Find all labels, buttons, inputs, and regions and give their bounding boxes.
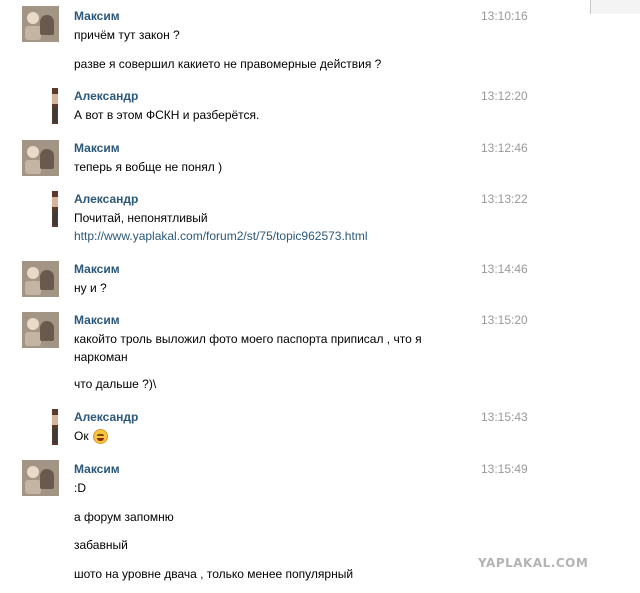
sender-name[interactable]: Александр (74, 192, 138, 206)
message-text: А вот в этом ФСКН и разберётся. (74, 108, 260, 122)
message-text: а форум запомню (74, 510, 174, 524)
avatar[interactable] (22, 261, 59, 297)
sender-name[interactable]: Максим (74, 9, 120, 23)
sender-name[interactable]: Максим (74, 141, 120, 155)
sender-name[interactable]: Александр (74, 89, 138, 103)
message-text: какойто троль выложил фото моего паспорт… (74, 332, 422, 346)
avatar[interactable] (22, 312, 59, 348)
avatar[interactable] (22, 140, 59, 176)
message-text: :D (74, 481, 86, 495)
message-text: Почитай, непонятливый (74, 211, 208, 225)
message-text: забавный (74, 538, 128, 552)
watermark: YAPLAKAL.COM (478, 556, 589, 570)
message-text: наркоман (74, 350, 128, 364)
message-text: причём тут закон ? (74, 28, 180, 42)
message-time: 13:14:46 (481, 262, 528, 276)
sender-name[interactable]: Максим (74, 462, 120, 476)
message-text: Ок (74, 429, 89, 443)
message-time: 13:13:22 (481, 192, 528, 206)
avatar[interactable] (22, 460, 59, 496)
avatar[interactable] (22, 6, 59, 42)
avatar[interactable] (52, 409, 58, 445)
sender-name[interactable]: Александр (74, 410, 138, 424)
message-time: 13:10:16 (481, 9, 528, 23)
message-text: что дальше ?)\ (74, 377, 157, 391)
avatar[interactable] (52, 88, 58, 124)
sender-name[interactable]: Максим (74, 262, 120, 276)
message-time: 13:15:43 (481, 410, 528, 424)
message-text: теперь я вобще не понял ) (74, 160, 223, 174)
message-text: ну и ? (74, 281, 107, 295)
message-time: 13:15:49 (481, 462, 528, 476)
message-time: 13:12:20 (481, 89, 528, 103)
message-time: 13:12:46 (481, 141, 528, 155)
message-text: разве я совершил какието не правомерные … (74, 57, 382, 71)
avatar[interactable] (52, 191, 58, 227)
sender-name[interactable]: Максим (74, 313, 120, 327)
message-text: шото на уровне двача , только менее попу… (74, 567, 354, 581)
laughing-emoji-icon (92, 429, 108, 444)
window-edge (591, 0, 640, 14)
topic-link[interactable]: http://www.yaplakal.com/forum2/st/75/top… (74, 229, 367, 243)
message-time: 13:15:20 (481, 313, 528, 327)
